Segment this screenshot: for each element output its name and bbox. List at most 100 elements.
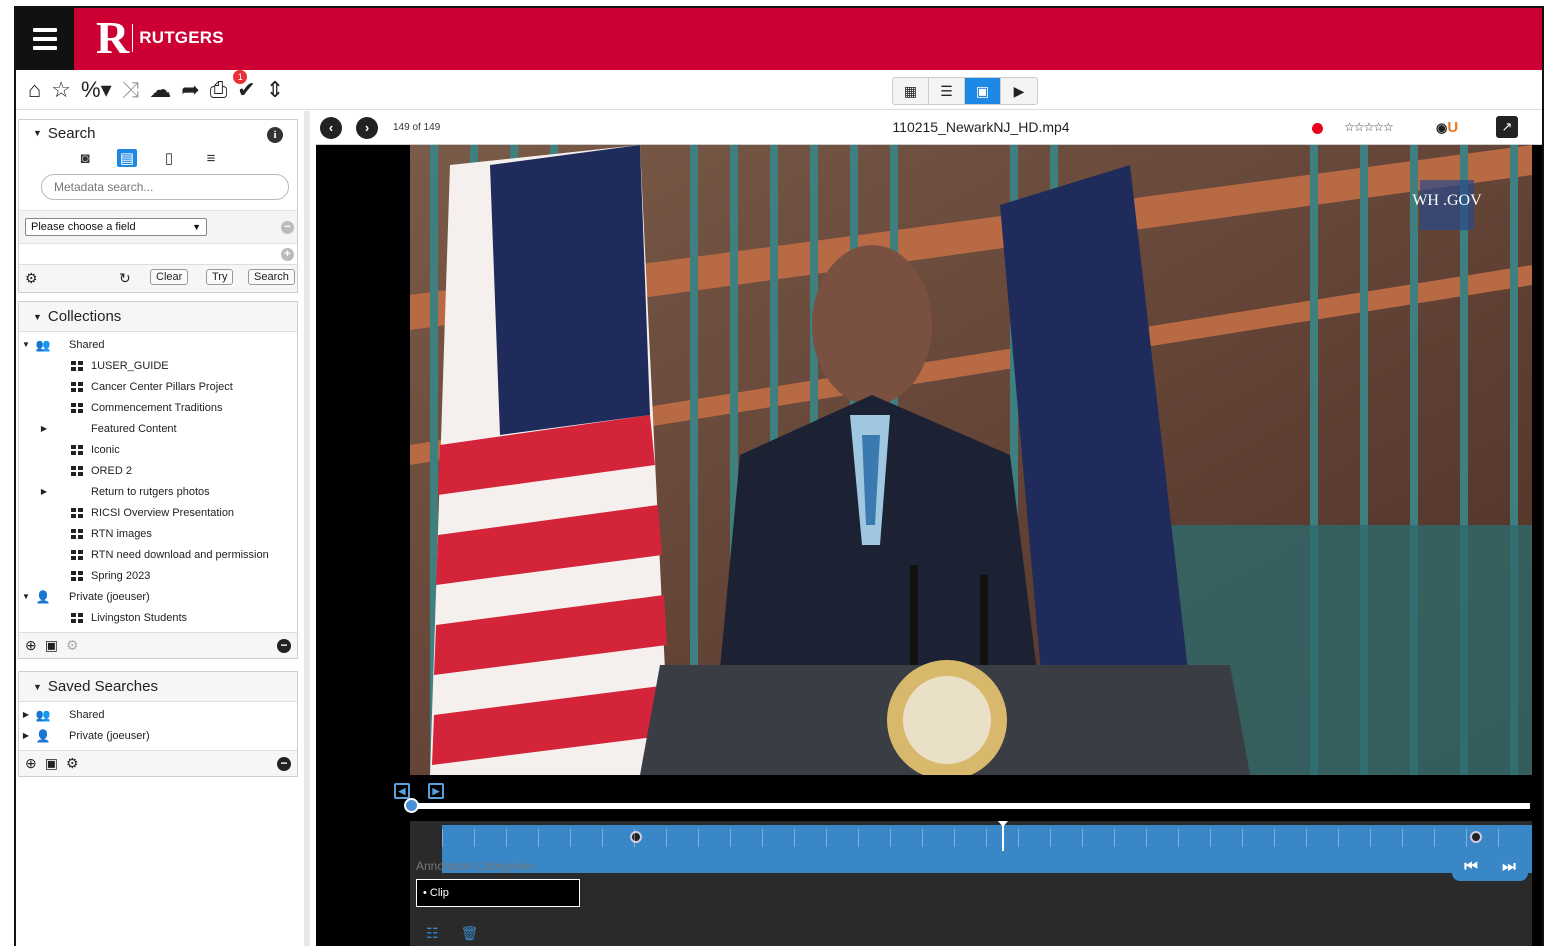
saved-searches-header[interactable]: ▼ Saved Searches: [19, 672, 297, 702]
gear-icon[interactable]: ⚙: [25, 270, 38, 287]
collection-folder[interactable]: ▶ Return to rutgers photos: [19, 481, 297, 502]
expand-icon[interactable]: ↗: [1496, 116, 1518, 138]
star-icon[interactable]: ☆: [51, 78, 71, 102]
skip-start-icon[interactable]: ⏮: [1464, 858, 1478, 875]
film-icon[interactable]: ▤: [117, 149, 137, 167]
add-folder-icon[interactable]: ▣: [45, 755, 58, 772]
tree-group-private[interactable]: ▼ 👤 Private (joeuser): [19, 586, 297, 607]
rating-stars[interactable]: ☆☆☆☆☆: [1344, 120, 1394, 134]
list-view-button[interactable]: ☰: [929, 78, 965, 104]
timeline-track[interactable]: [442, 821, 1532, 873]
text-lines-icon[interactable]: ≡: [201, 150, 221, 167]
collection-item[interactable]: RTN need download and permission: [19, 544, 297, 565]
skip-end-icon[interactable]: ⏭: [1502, 858, 1516, 875]
collections-title: Collections: [47, 308, 122, 325]
step-forward-icon[interactable]: ▶: [428, 783, 444, 799]
sort-icon[interactable]: ⇕: [266, 78, 284, 102]
document-icon[interactable]: ▯: [159, 149, 179, 167]
timeline-playhead[interactable]: [998, 821, 1008, 851]
share-icon[interactable]: ➦: [181, 78, 199, 102]
check-icon[interactable]: ✔ 1: [233, 70, 256, 102]
viewer-margin: [316, 145, 410, 946]
collection-item[interactable]: RICSI Overview Presentation: [19, 502, 297, 523]
collection-label: RTN images: [91, 527, 152, 540]
collection-item[interactable]: 1USER_GUIDE: [19, 355, 297, 376]
timeline-tick: [762, 829, 763, 847]
menu-icon[interactable]: [16, 8, 74, 70]
remove-field-icon[interactable]: −: [281, 221, 294, 234]
saved-searches-title: Saved Searches: [47, 678, 158, 695]
tree-group-label: Private (joeuser): [69, 590, 150, 603]
caret-right-icon: ▶: [22, 710, 30, 719]
collection-label: Iconic: [91, 443, 120, 456]
collection-item[interactable]: ORED 2: [19, 460, 297, 481]
gear-icon[interactable]: ⚙: [66, 637, 79, 654]
search-panel-title: Search: [47, 124, 96, 142]
caret-right-icon: ▶: [22, 731, 30, 740]
search-panel-header[interactable]: ▼ Search i: [19, 120, 297, 146]
media-playbar: ◀ ▶: [394, 779, 1542, 819]
collection-item[interactable]: Iconic: [19, 439, 297, 460]
clip-category[interactable]: • Clip: [416, 879, 580, 907]
add-circle-icon[interactable]: ⊕: [25, 637, 37, 654]
collection-item[interactable]: Spring 2023: [19, 565, 297, 586]
metadata-search-input[interactable]: Metadata search...: [41, 174, 289, 200]
collection-folder[interactable]: ▶ Featured Content: [19, 418, 297, 439]
caret-right-icon: ▶: [40, 487, 48, 496]
seek-track[interactable]: [410, 803, 1530, 809]
collection-label: 1USER_GUIDE: [91, 359, 169, 372]
clear-button[interactable]: Clear: [150, 269, 189, 285]
seek-handle[interactable]: [404, 798, 419, 813]
cloud-download-icon[interactable]: ☁: [149, 78, 171, 102]
search-button[interactable]: Search: [248, 269, 295, 285]
timeline-tick: [634, 829, 635, 847]
collection-item[interactable]: Commencement Traditions: [19, 397, 297, 418]
tree-group-shared[interactable]: ▼ 👥 Shared: [19, 334, 297, 355]
add-field-icon[interactable]: +: [281, 248, 294, 261]
try-button[interactable]: Try: [206, 269, 234, 285]
timeline-marker-icon[interactable]: [630, 831, 642, 843]
tree-group-shared[interactable]: ▶ 👥 Shared: [19, 704, 297, 725]
timeline-tick: [794, 829, 795, 847]
field-select[interactable]: Please choose a field ▼: [25, 218, 207, 236]
collection-label: Commencement Traditions: [91, 401, 223, 414]
image-view-button[interactable]: ▣: [965, 78, 1001, 104]
sliders-icon[interactable]: ☷: [426, 925, 439, 942]
collection-label: Featured Content: [91, 422, 177, 435]
refresh-icon[interactable]: ↻: [119, 270, 131, 287]
field-select-value: Please choose a field: [31, 221, 136, 233]
collection-item[interactable]: Livingston Students: [19, 607, 297, 628]
shuffle-icon[interactable]: ⤨: [122, 78, 140, 102]
collections-header[interactable]: ▼ Collections: [19, 302, 297, 332]
status-dot: [1312, 123, 1323, 134]
info-icon[interactable]: i: [267, 127, 283, 143]
add-folder-icon[interactable]: ▣: [45, 637, 58, 654]
users-icon: 👥: [35, 707, 51, 722]
collection-label: ORED 2: [91, 464, 132, 477]
video-frame[interactable]: WH .GOV: [410, 145, 1532, 775]
previous-icon[interactable]: ‹: [320, 117, 342, 139]
timeline-marker-icon[interactable]: [1470, 831, 1482, 843]
gear-icon[interactable]: ⚙: [66, 755, 79, 772]
add-circle-icon[interactable]: ⊕: [25, 755, 37, 772]
trash-icon[interactable]: 🗑: [461, 925, 479, 942]
collapse-icon[interactable]: −: [277, 639, 291, 653]
next-icon[interactable]: ›: [356, 117, 378, 139]
collection-item[interactable]: RTN images: [19, 523, 297, 544]
collection-grid-icon: [71, 528, 83, 539]
video-view-button[interactable]: ▶: [1001, 78, 1037, 104]
timeline-tick: [1146, 829, 1147, 847]
add-field-row: +: [19, 244, 297, 264]
rutgers-logo[interactable]: R RUTGERS: [96, 15, 224, 61]
visibility-indicator[interactable]: ◉U: [1436, 119, 1458, 136]
collapse-icon[interactable]: −: [277, 757, 291, 771]
tree-group-private[interactable]: ▶ 👤 Private (joeuser): [19, 725, 297, 746]
grid-view-button[interactable]: ▦: [893, 78, 929, 104]
video-image: WH .GOV: [410, 145, 1532, 775]
camera-icon[interactable]: ◙: [75, 150, 95, 167]
link-icon[interactable]: %▾: [81, 78, 112, 102]
home-icon[interactable]: ⌂: [28, 78, 41, 102]
print-icon[interactable]: ⎙: [210, 78, 228, 102]
step-back-icon[interactable]: ◀: [394, 783, 410, 799]
collection-item[interactable]: Cancer Center Pillars Project: [19, 376, 297, 397]
